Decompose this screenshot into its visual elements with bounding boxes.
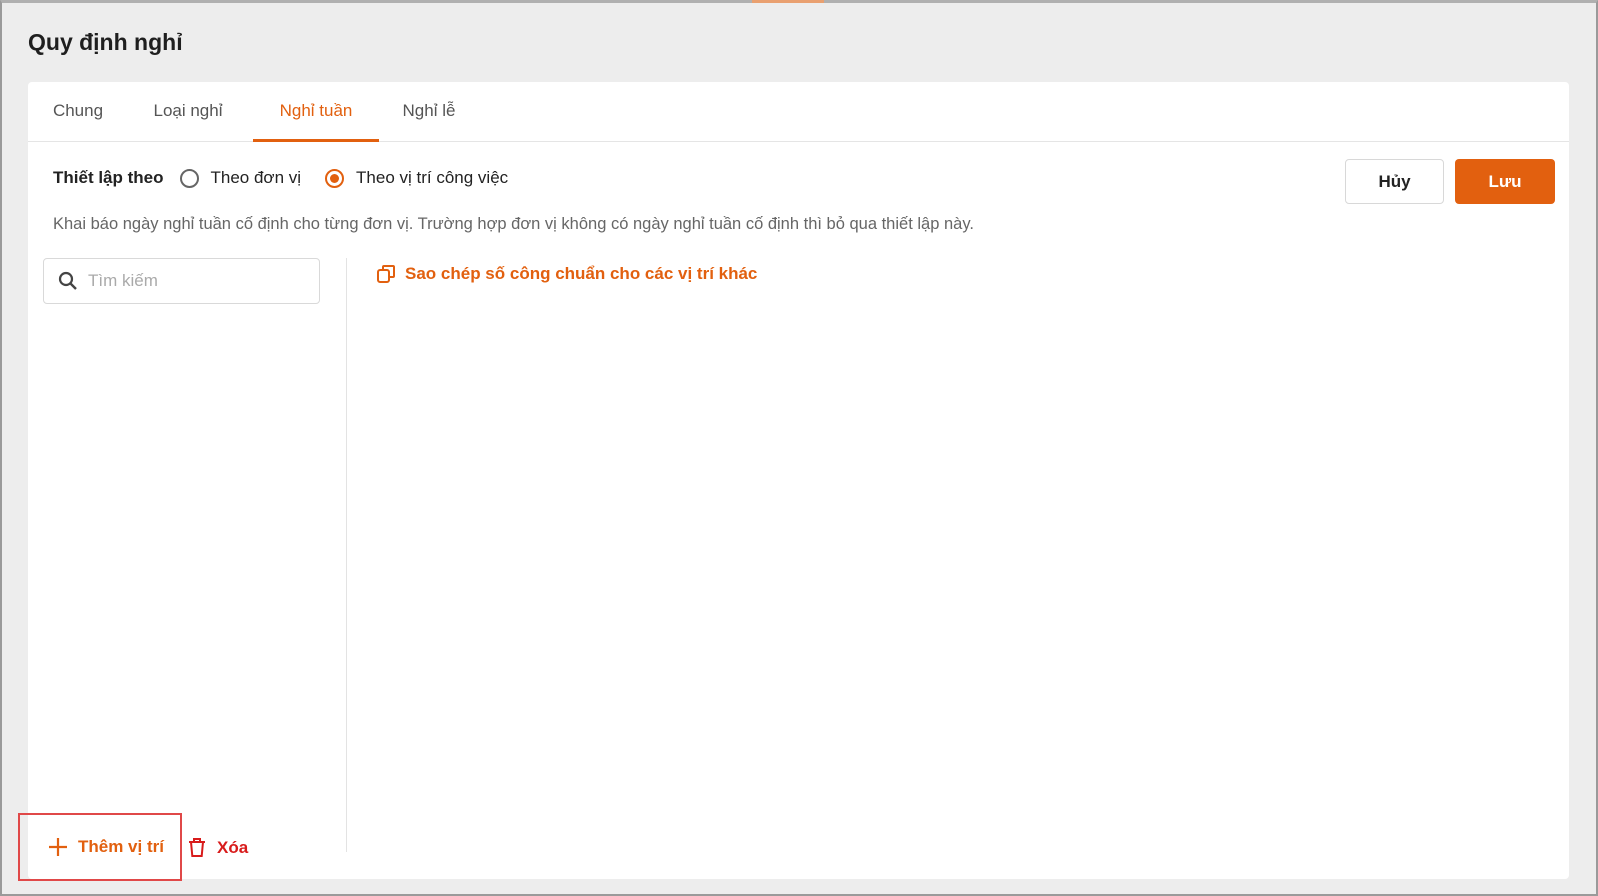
- delete-label: Xóa: [217, 837, 249, 857]
- radio-label: Theo vị trí công việc: [356, 168, 509, 187]
- tab-chung[interactable]: Chung: [28, 82, 128, 142]
- radio-theo-vi-tri[interactable]: Theo vị trí công việc: [325, 168, 508, 188]
- add-position-button[interactable]: Thêm vị trí: [48, 837, 164, 857]
- plus-icon: [49, 838, 67, 856]
- radio-checked-icon[interactable]: [325, 168, 345, 188]
- radio-unchecked-icon[interactable]: [179, 168, 199, 188]
- tab-nghi-tuan[interactable]: Nghỉ tuần: [253, 82, 379, 142]
- copy-link[interactable]: Sao chép số công chuẩn cho các vị trí kh…: [376, 264, 757, 284]
- copy-link-label: Sao chép số công chuẩn cho các vị trí kh…: [405, 264, 758, 283]
- cancel-button[interactable]: Hủy: [1345, 159, 1444, 204]
- description: Khai báo ngày nghỉ tuần cố định cho từng…: [53, 215, 974, 233]
- radio-theo-don-vi[interactable]: Theo đơn vị: [179, 168, 302, 188]
- radio-label: Theo đơn vị: [210, 168, 302, 187]
- search-input[interactable]: [88, 271, 288, 291]
- trash-icon: [189, 838, 205, 857]
- setting-label: Thiết lập theo: [53, 168, 164, 187]
- search-box: [43, 258, 320, 304]
- top-indicator: [752, 0, 824, 3]
- copy-icon: [377, 265, 395, 283]
- page-title: Quy định nghỉ: [28, 29, 183, 55]
- setting-row: Thiết lập theo Theo đơn vị Theo vị trí c…: [53, 168, 532, 188]
- panel-divider: [346, 258, 347, 852]
- tab-nghi-le[interactable]: Nghỉ lễ: [384, 82, 474, 142]
- delete-button[interactable]: Xóa: [187, 837, 248, 858]
- add-label: Thêm vị trí: [78, 837, 164, 856]
- tab-bar: Chung Loại nghỉ Nghỉ tuần Nghỉ lễ: [28, 82, 1569, 142]
- save-button[interactable]: Lưu: [1455, 159, 1555, 204]
- search-icon: [58, 271, 77, 290]
- main-card: Chung Loại nghỉ Nghỉ tuần Nghỉ lễ Thiết …: [28, 82, 1569, 879]
- tab-loai-nghi[interactable]: Loại nghỉ: [138, 82, 238, 142]
